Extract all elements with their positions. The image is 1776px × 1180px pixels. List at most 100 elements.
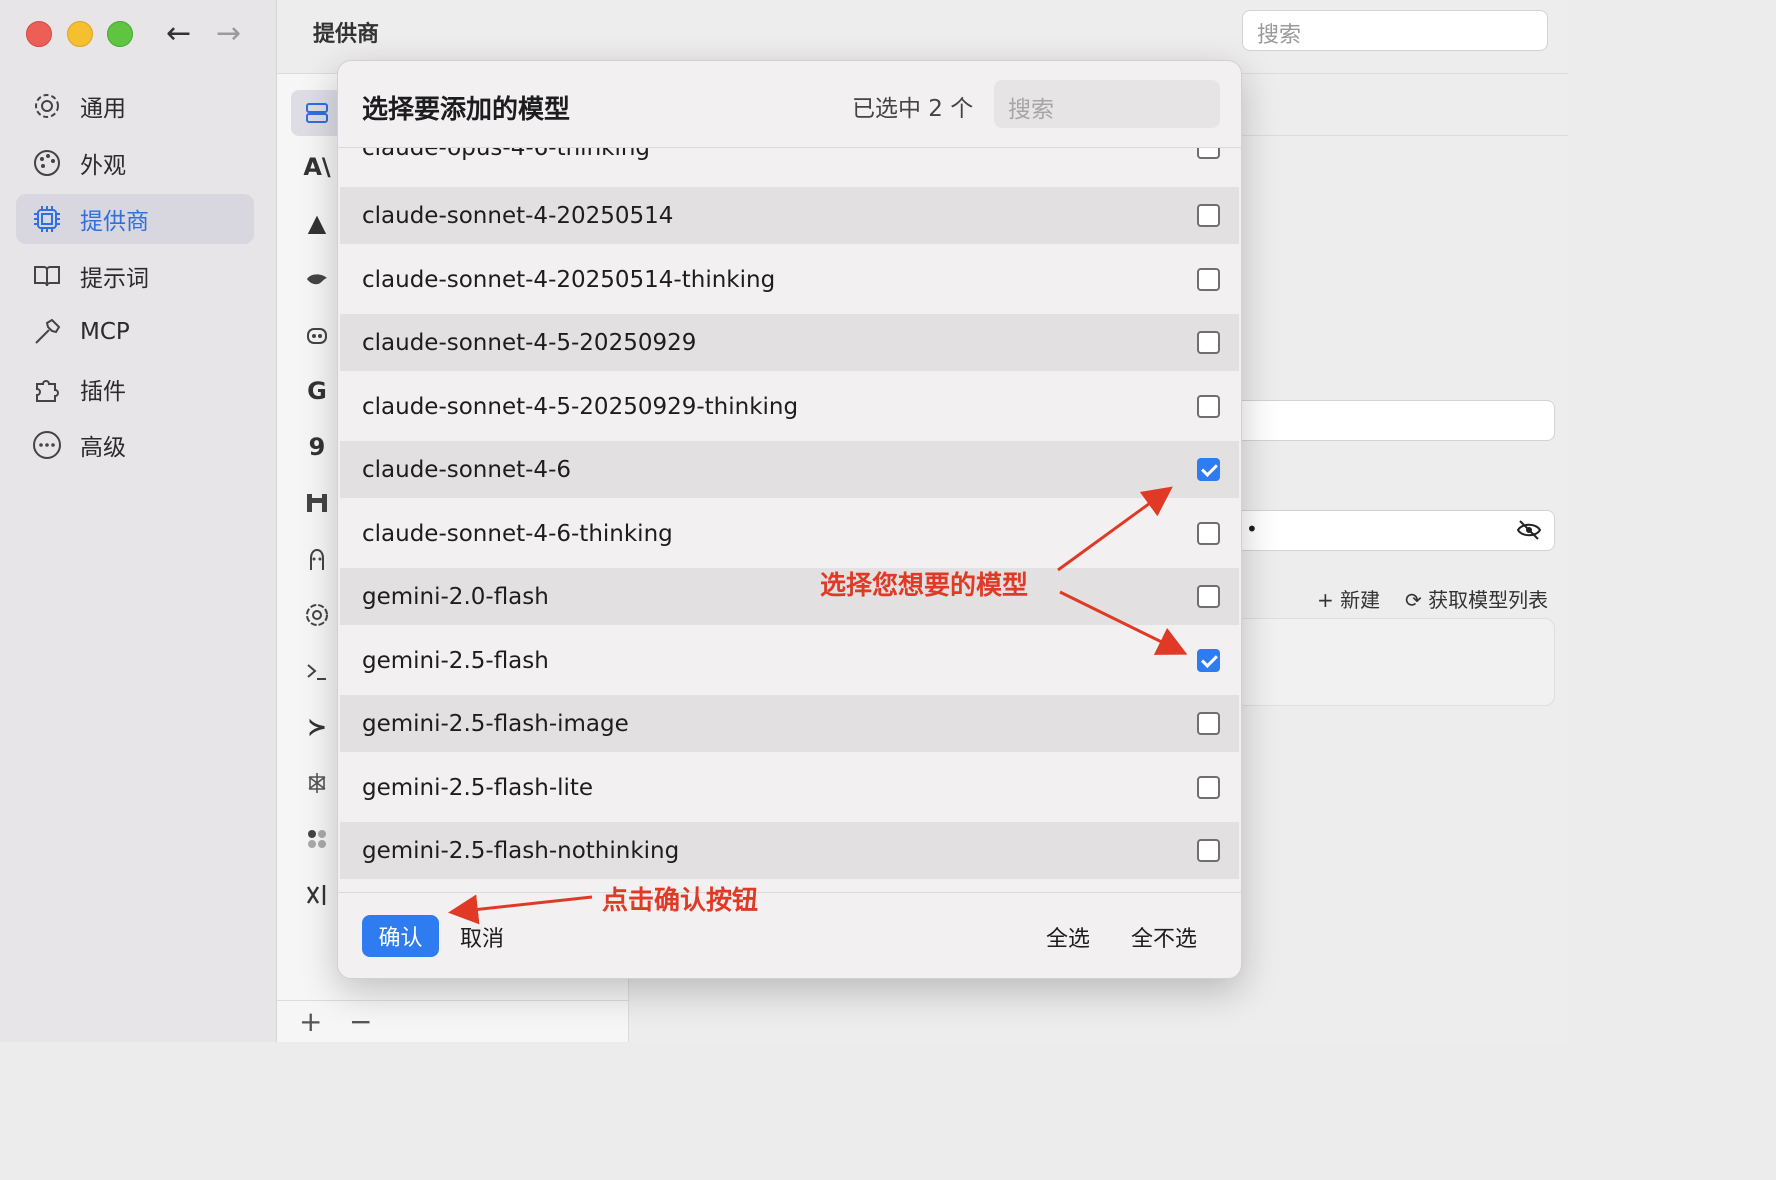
- model-name: gemini-2.5-flash-nothinking: [362, 837, 680, 864]
- model-row[interactable]: claude-sonnet-4-5-20250929: [340, 314, 1239, 371]
- back-arrow-icon[interactable]: ←: [166, 19, 191, 49]
- model-checkbox[interactable]: [1197, 268, 1220, 291]
- model-row[interactable]: claude-opus-4-6-thinking: [340, 147, 1239, 176]
- model-name: gemini-2.0-flash: [362, 583, 549, 610]
- model-row[interactable]: claude-sonnet-4-5-20250929-thinking: [340, 378, 1239, 435]
- model-name: gemini-2.5-flash-image: [362, 710, 629, 737]
- provider-perplexity-icon[interactable]: [291, 760, 343, 806]
- puzzle-icon: [30, 372, 64, 406]
- provider-nine-icon[interactable]: 9: [291, 424, 343, 470]
- remove-provider-button[interactable]: −: [349, 1005, 372, 1038]
- gear-icon: [30, 89, 64, 123]
- refresh-icon: ⟳: [1405, 588, 1429, 612]
- model-checkbox[interactable]: [1197, 331, 1220, 354]
- dialog-search-input[interactable]: 搜索: [994, 80, 1220, 128]
- new-model-button[interactable]: + 新建: [1317, 584, 1380, 613]
- forward-arrow-icon[interactable]: →: [216, 19, 241, 49]
- select-all-button[interactable]: 全选: [1046, 921, 1090, 953]
- sidebar: ← → 通用 外观 提供商 提示词 MCP 插件 高级: [0, 0, 277, 1042]
- model-row[interactable]: claude-sonnet-4-6-thinking: [340, 505, 1239, 562]
- chip-icon: [30, 202, 64, 236]
- sidebar-item-providers[interactable]: 提供商: [16, 194, 254, 244]
- provider-openai-icon[interactable]: [291, 592, 343, 638]
- model-name: claude-sonnet-4-20250514: [362, 202, 674, 229]
- model-checkbox[interactable]: [1197, 585, 1220, 608]
- model-checkbox[interactable]: [1197, 204, 1220, 227]
- model-name: claude-sonnet-4-6: [362, 456, 571, 483]
- fetch-models-button[interactable]: ⟳ 获取模型列表: [1405, 584, 1548, 613]
- model-checkbox[interactable]: [1197, 395, 1220, 418]
- sidebar-item-general[interactable]: 通用: [16, 81, 254, 131]
- sidebar-item-label: 插件: [80, 379, 126, 405]
- model-name: claude-sonnet-4-6-thinking: [362, 520, 673, 547]
- api-key-field[interactable]: •: [1235, 510, 1555, 551]
- sidebar-item-label: 提供商: [80, 209, 149, 235]
- palette-icon: [30, 146, 64, 180]
- model-row[interactable]: gemini-2.5-flash-lite: [340, 759, 1239, 816]
- provider-chevron-icon[interactable]: ≻: [291, 704, 343, 750]
- dialog-footer: 确认 取消 全选 全不选: [338, 892, 1241, 978]
- sidebar-item-label: 通用: [80, 96, 126, 122]
- model-row[interactable]: gemini-2.5-flash-image: [340, 695, 1239, 752]
- sidebar-item-label: 提示词: [80, 266, 149, 292]
- divider: [1235, 135, 1568, 136]
- model-checkbox[interactable]: [1197, 712, 1220, 735]
- model-row[interactable]: claude-sonnet-4-20250514: [340, 187, 1239, 244]
- sidebar-item-label: 高级: [80, 435, 126, 461]
- model-row[interactable]: gemini-2.5-flash: [340, 632, 1239, 689]
- model-checkbox-checked[interactable]: [1197, 458, 1220, 481]
- sidebar-item-advanced[interactable]: 高级: [16, 420, 254, 470]
- model-row[interactable]: gemini-2.5-flash-nothinking: [340, 822, 1239, 879]
- eye-slash-icon[interactable]: [1516, 519, 1542, 545]
- page-title: 提供商: [313, 22, 380, 47]
- sidebar-item-label: MCP: [80, 319, 130, 345]
- ellipsis-circle-icon: [30, 428, 64, 462]
- model-name: claude-opus-4-6-thinking: [362, 147, 651, 161]
- model-name: gemini-2.5-flash: [362, 647, 549, 674]
- annotation-click-confirm: 点击确认按钮: [602, 886, 759, 916]
- provider-azure-icon[interactable]: ▲: [291, 200, 343, 246]
- sidebar-item-mcp[interactable]: MCP: [16, 307, 254, 357]
- model-row[interactable]: gemini-2.0-flash: [340, 568, 1239, 625]
- provider-deepseek-icon[interactable]: [291, 256, 343, 302]
- provider-server-icon[interactable]: [291, 90, 343, 136]
- sidebar-item-appearance[interactable]: 外观: [16, 138, 254, 188]
- provider-robot-icon[interactable]: [291, 312, 343, 358]
- model-name: claude-sonnet-4-20250514-thinking: [362, 266, 776, 293]
- model-checkbox-checked[interactable]: [1197, 649, 1220, 672]
- provider-google-icon[interactable]: G: [291, 368, 343, 414]
- sidebar-item-prompts[interactable]: 提示词: [16, 251, 254, 301]
- add-provider-button[interactable]: +: [299, 1005, 322, 1038]
- search-input[interactable]: 搜索: [1242, 10, 1548, 51]
- model-checkbox[interactable]: [1197, 839, 1220, 862]
- model-checkbox[interactable]: [1197, 776, 1220, 799]
- provider-terminal-icon[interactable]: [291, 648, 343, 694]
- minimize-window-button[interactable]: [67, 21, 93, 47]
- sidebar-item-plugins[interactable]: 插件: [16, 364, 254, 414]
- close-window-button[interactable]: [26, 21, 52, 47]
- model-checkbox[interactable]: [1197, 522, 1220, 545]
- model-row[interactable]: claude-sonnet-4-20250514-thinking: [340, 251, 1239, 308]
- model-row[interactable]: claude-sonnet-4-6: [340, 441, 1239, 498]
- api-host-field[interactable]: [1235, 400, 1555, 441]
- book-icon: [30, 259, 64, 293]
- provider-ollama-icon[interactable]: [291, 536, 343, 582]
- zoom-window-button[interactable]: [107, 21, 133, 47]
- model-name: claude-sonnet-4-5-20250929: [362, 329, 697, 356]
- model-list-box: [1235, 618, 1555, 706]
- provider-list-footer: + −: [277, 1000, 628, 1042]
- sidebar-item-label: 外观: [80, 153, 126, 179]
- selected-count: 已选中 2 个: [852, 96, 974, 122]
- confirm-button[interactable]: 确认: [362, 915, 439, 957]
- provider-mistral-icon[interactable]: [291, 480, 343, 526]
- select-none-button[interactable]: 全不选: [1131, 921, 1197, 953]
- annotation-choose-models: 选择您想要的模型: [820, 571, 1029, 601]
- model-list: claude-opus-4-6-thinking claude-sonnet-4…: [338, 147, 1241, 893]
- provider-anthropic-icon[interactable]: A\: [291, 144, 343, 190]
- hammer-icon: [30, 315, 64, 349]
- model-checkbox[interactable]: [1197, 148, 1220, 159]
- provider-xai-icon[interactable]: [291, 872, 343, 918]
- model-name: claude-sonnet-4-5-20250929-thinking: [362, 393, 799, 420]
- cancel-button[interactable]: 取消: [460, 921, 504, 953]
- provider-dots-icon[interactable]: [291, 816, 343, 862]
